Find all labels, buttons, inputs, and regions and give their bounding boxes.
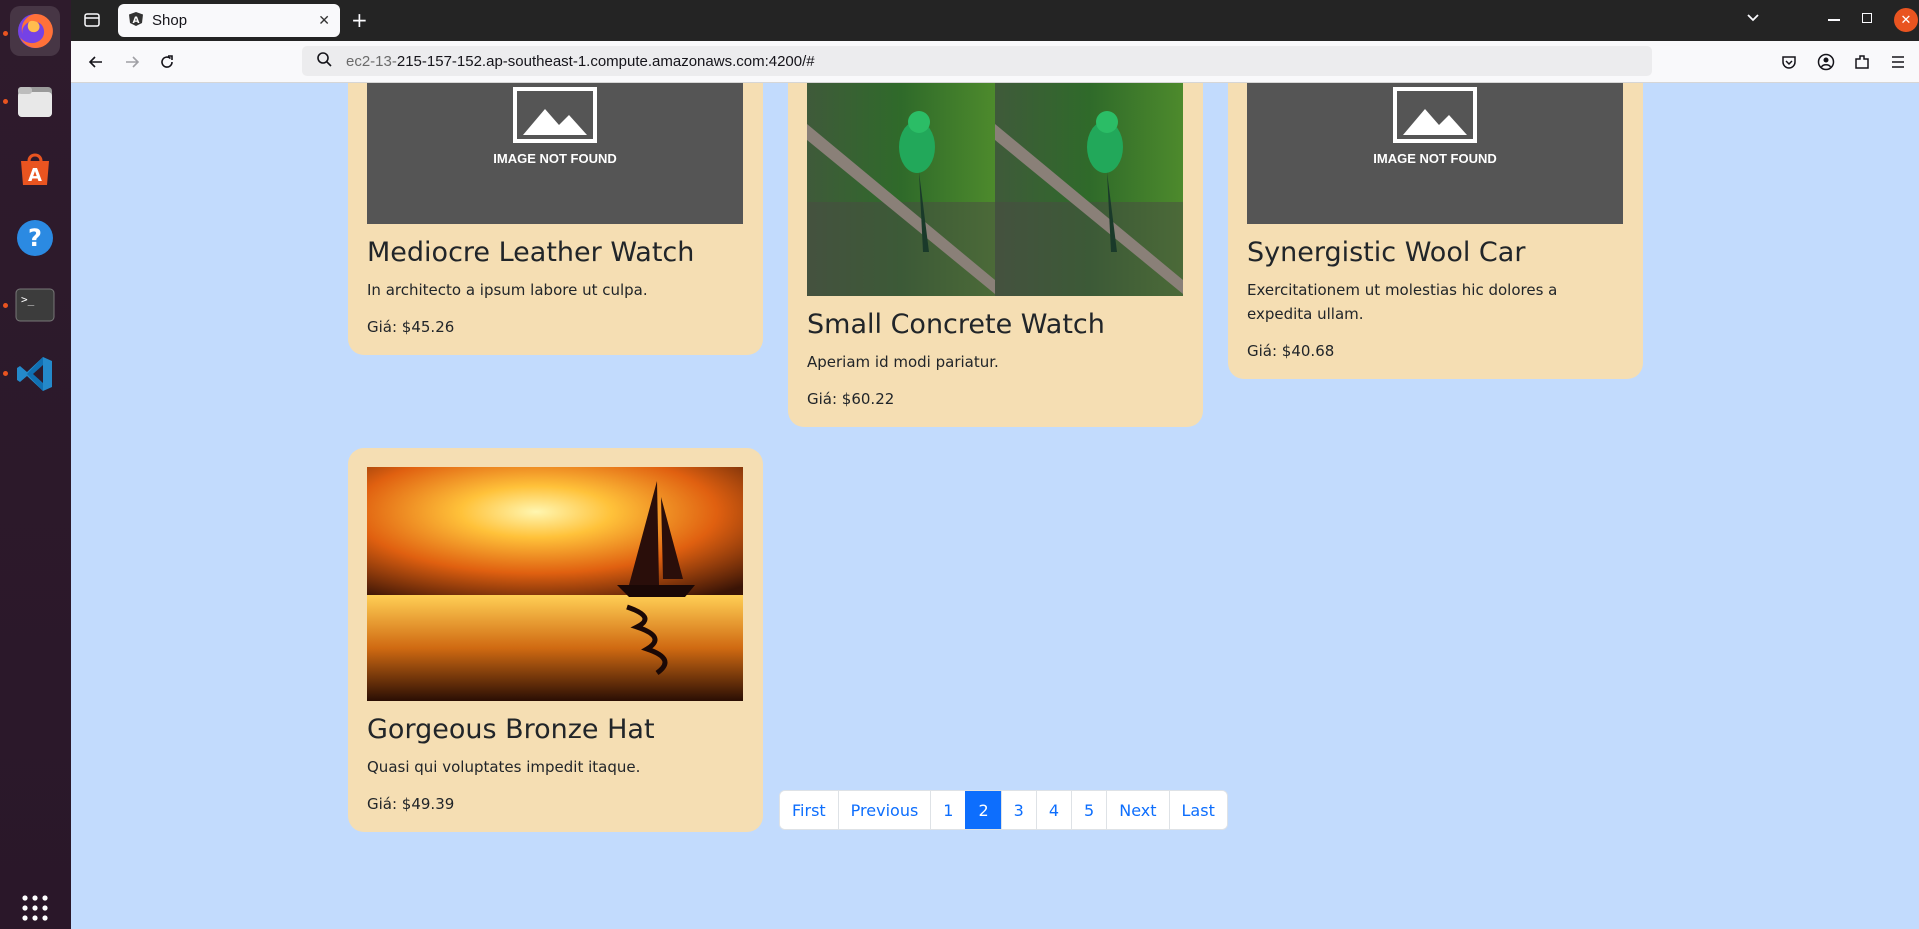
svg-text:A: A: [28, 165, 42, 186]
reload-icon[interactable]: [156, 51, 178, 73]
running-indicator: [3, 31, 8, 36]
ubuntu-dock: A ? >_: [0, 0, 71, 929]
product-card[interactable]: IMAGE NOT FOUND Synergistic Wool Car Exe…: [1228, 83, 1643, 379]
tab-shop[interactable]: A Shop ✕: [118, 4, 340, 37]
close-window-icon[interactable]: ✕: [1894, 8, 1918, 32]
forward-icon[interactable]: [121, 51, 143, 73]
pagination-last[interactable]: Last: [1168, 791, 1227, 829]
pagination-next[interactable]: Next: [1106, 791, 1169, 829]
nav-bar: ec2-13-215-157-152.ap-southeast-1.comput…: [71, 41, 1919, 83]
search-icon: [316, 51, 332, 71]
help-icon[interactable]: ?: [10, 213, 60, 263]
product-price: Giá: $45.26: [367, 318, 455, 336]
tab-title: Shop: [152, 12, 188, 29]
pocket-icon[interactable]: [1778, 51, 1800, 73]
product-description: Quasi qui voluptates impedit itaque.: [367, 758, 641, 776]
pagination-page-4[interactable]: 4: [1035, 791, 1072, 829]
url-bar[interactable]: ec2-13-215-157-152.ap-southeast-1.comput…: [302, 46, 1652, 76]
green-birds-photo: [807, 83, 1183, 296]
svg-text:?: ?: [28, 224, 42, 252]
menu-icon[interactable]: [1887, 51, 1909, 73]
pagination-first[interactable]: First: [780, 791, 838, 829]
running-indicator: [3, 99, 8, 104]
app-center-icon[interactable]: A: [10, 144, 60, 194]
product-title: Small Concrete Watch: [807, 309, 1105, 340]
product-title: Gorgeous Bronze Hat: [367, 714, 655, 745]
product-description: Exercitationem ut molestias hic dolores …: [1247, 281, 1558, 323]
image-placeholder-icon: [1393, 87, 1477, 143]
pagination-page-3[interactable]: 3: [1000, 791, 1036, 829]
image-placeholder-icon: [513, 87, 597, 143]
terminal-icon[interactable]: >_: [10, 280, 60, 330]
new-tab-icon[interactable]: +: [351, 8, 368, 32]
product-description: In architecto a ipsum labore ut culpa.: [367, 281, 648, 299]
image-not-found-placeholder: IMAGE NOT FOUND: [367, 83, 743, 224]
pagination-page-1[interactable]: 1: [930, 791, 966, 829]
minimize-icon[interactable]: [1828, 19, 1840, 21]
product-price: Giá: $40.68: [1247, 342, 1335, 360]
angular-favicon-icon: A: [128, 11, 144, 31]
pagination-page-5[interactable]: 5: [1071, 791, 1107, 829]
image-not-found-placeholder: IMAGE NOT FOUND: [1247, 83, 1623, 224]
product-card[interactable]: Gorgeous Bronze Hat Quasi qui voluptates…: [348, 448, 763, 832]
product-title: Synergistic Wool Car: [1247, 237, 1526, 268]
back-icon[interactable]: [85, 51, 107, 73]
close-tab-icon[interactable]: ✕: [318, 13, 330, 29]
pagination: First Previous 1 2 3 4 5 Next Last: [779, 790, 1228, 830]
product-card[interactable]: IMAGE NOT FOUND Mediocre Leather Watch I…: [348, 83, 763, 355]
shop-content: IMAGE NOT FOUND Mediocre Leather Watch I…: [71, 83, 1919, 929]
product-card[interactable]: Small Concrete Watch Aperiam id modi par…: [788, 83, 1203, 427]
product-title: Mediocre Leather Watch: [367, 237, 695, 268]
pagination-page-2[interactable]: 2: [965, 791, 1001, 829]
product-price: Giá: $60.22: [807, 390, 895, 408]
account-icon[interactable]: [1815, 51, 1837, 73]
product-description: Aperiam id modi pariatur.: [807, 353, 999, 371]
tab-bar: A Shop ✕ + ✕: [71, 0, 1919, 41]
restore-icon[interactable]: [1862, 13, 1872, 23]
svg-text:>_: >_: [21, 293, 35, 306]
app-grid-icon[interactable]: [10, 891, 60, 925]
image-not-found-text: IMAGE NOT FOUND: [493, 151, 617, 166]
list-tabs-icon[interactable]: [1745, 9, 1761, 29]
sailboat-sunset-photo: [367, 467, 743, 701]
image-not-found-text: IMAGE NOT FOUND: [1373, 151, 1497, 166]
pagination-previous[interactable]: Previous: [837, 791, 931, 829]
firefox-view-icon[interactable]: [83, 11, 101, 29]
vscode-icon[interactable]: [10, 349, 60, 399]
files-icon[interactable]: [10, 76, 60, 126]
extensions-icon[interactable]: [1851, 51, 1873, 73]
firefox-icon[interactable]: [10, 6, 60, 56]
running-indicator: [3, 371, 8, 376]
url-text: ec2-13-215-157-152.ap-southeast-1.comput…: [346, 52, 815, 70]
svg-text:A: A: [133, 16, 140, 26]
running-indicator: [3, 303, 8, 308]
product-price: Giá: $49.39: [367, 795, 455, 813]
